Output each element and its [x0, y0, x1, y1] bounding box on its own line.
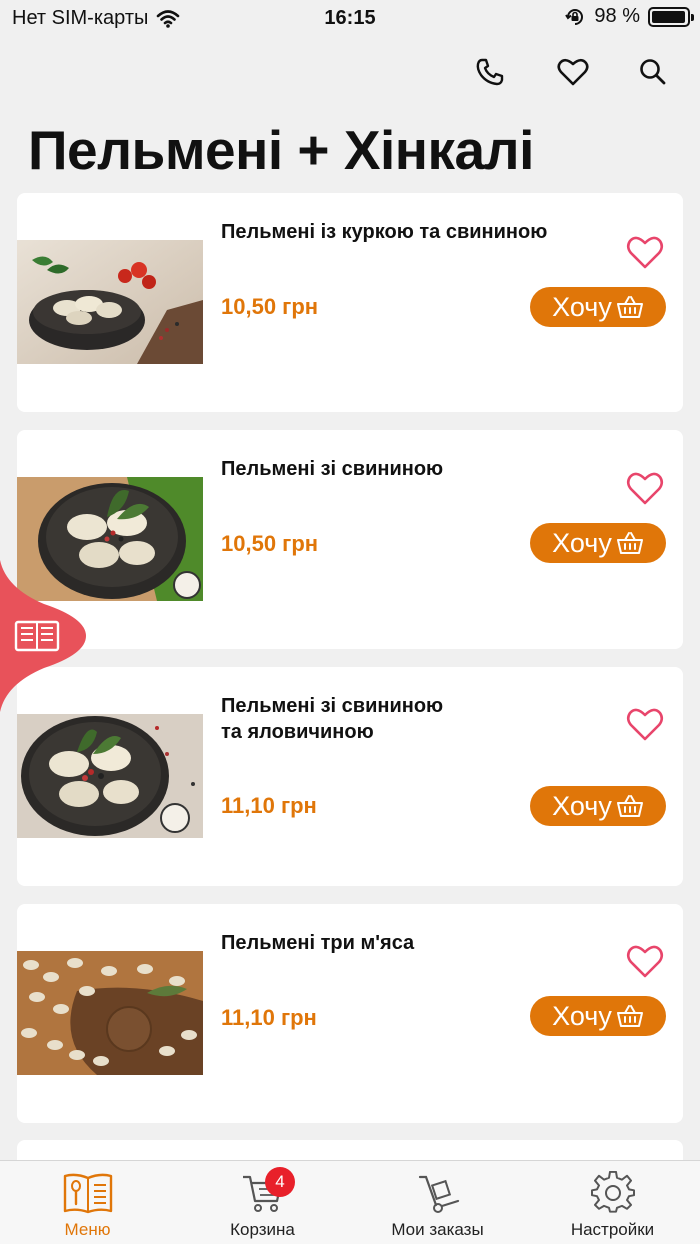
tab-settings-label: Настройки: [570, 1220, 655, 1239]
carrier-label: Нет SIM-карты: [12, 7, 149, 29]
favorite-button[interactable]: [625, 233, 665, 273]
product-name: Пельмені зі свининою та яловичиною: [221, 695, 444, 743]
heart-outline-icon: [626, 236, 664, 269]
product-price: 11,10 грн: [221, 1005, 317, 1030]
gear-icon: [590, 1171, 635, 1213]
product-name: Пельмені три м'яса: [221, 932, 415, 954]
tab-menu[interactable]: Меню: [0, 1161, 175, 1244]
basket-icon: [616, 532, 643, 554]
favorite-button[interactable]: [625, 942, 665, 982]
basket-icon: [616, 795, 643, 817]
battery-percent: 98 %: [594, 5, 640, 27]
menu-book-icon: [63, 1173, 112, 1214]
search-button[interactable]: [633, 52, 673, 92]
basket-icon: [616, 1005, 643, 1027]
basket-icon: [616, 296, 643, 318]
tab-settings[interactable]: Настройки: [525, 1161, 700, 1244]
tab-orders[interactable]: Мои заказы: [350, 1161, 525, 1244]
orientation-lock-icon: [565, 8, 584, 25]
want-button-label: Хочу: [552, 1000, 612, 1031]
product-name: Пельмені зі свининою: [221, 458, 444, 480]
product-price: 10,50 грн: [221, 531, 319, 556]
product-photo: [17, 951, 203, 1075]
tab-cart[interactable]: Корзина: [175, 1161, 350, 1244]
want-button-label: Хочу: [552, 790, 612, 821]
tab-bar: Меню Корзина 4 Мои заказы Настройки: [0, 1160, 700, 1244]
heart-icon: [557, 58, 589, 86]
product-card[interactable]: Пельмені зі свининою та яловичиною 11,10…: [17, 667, 683, 886]
carrier: Нет SIM-карты: [12, 7, 180, 30]
favorites-button[interactable]: [553, 52, 593, 92]
heart-outline-icon: [626, 472, 664, 505]
heart-outline-icon: [626, 945, 664, 978]
tab-cart-label: Корзина: [230, 1220, 295, 1239]
heart-outline-icon: [626, 708, 664, 741]
want-button-label: Хочу: [552, 291, 612, 322]
tab-menu-label: Меню: [64, 1220, 111, 1239]
search-icon: [640, 59, 666, 85]
product-price: 10,50 грн: [221, 294, 319, 319]
product-card[interactable]: Пельмені зі свининою 10,50 грн Хочу: [17, 430, 683, 649]
phone-button[interactable]: [470, 52, 510, 92]
product-photo: [17, 714, 203, 838]
want-button-label: Хочу: [552, 527, 612, 558]
product-name: Пельмені із куркою та свининою: [221, 221, 548, 243]
favorite-button[interactable]: [625, 469, 665, 509]
want-button[interactable]: Хочу: [530, 523, 666, 563]
wifi-icon: [157, 9, 180, 28]
product-card[interactable]: Пельмені із куркою та свининою 10,50 грн…: [17, 193, 683, 412]
product-card[interactable]: Пельмені три м'яса 11,10 грн Хочу: [17, 904, 683, 1123]
want-button[interactable]: Хочу: [530, 996, 666, 1036]
battery-icon: [648, 6, 694, 27]
side-menu-tab[interactable]: [0, 560, 86, 712]
status-bar: Нет SIM-карты 16:15 98 %: [0, 0, 700, 40]
phone-icon: [476, 58, 504, 86]
hand-truck-icon: [418, 1175, 459, 1213]
product-price: 11,10 грн: [221, 793, 317, 818]
tab-orders-label: Мои заказы: [391, 1220, 484, 1239]
want-button[interactable]: Хочу: [530, 287, 666, 327]
favorite-button[interactable]: [625, 705, 665, 745]
want-button[interactable]: Хочу: [530, 786, 666, 826]
page-title: Пельмені + Хінкалі: [28, 119, 534, 181]
header-actions: [0, 52, 700, 92]
product-photo: [17, 240, 203, 364]
cart-count-badge: 4: [265, 1167, 295, 1197]
